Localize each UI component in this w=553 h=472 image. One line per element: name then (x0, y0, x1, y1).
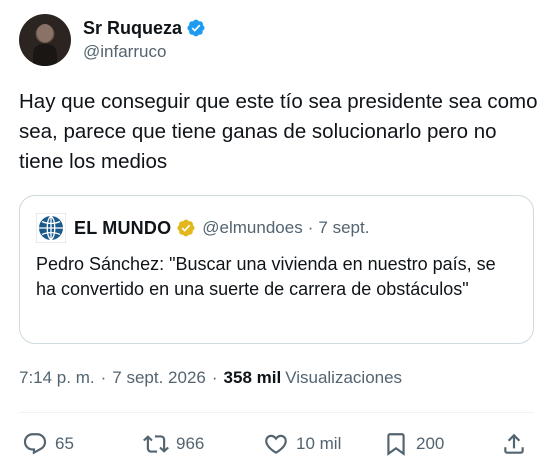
author-name-row: Sr Ruqueza (83, 17, 206, 39)
reply-icon (23, 433, 47, 455)
meta-separator: · (100, 368, 107, 387)
el-mundo-logo-icon (36, 213, 66, 243)
quoted-separator: · (307, 218, 314, 237)
reply-button[interactable]: 65 (22, 428, 74, 460)
tweet-header: Sr Ruqueza @infarruco (19, 14, 206, 66)
quoted-tweet-text: Pedro Sánchez: "Buscar una vivienda en n… (36, 254, 496, 299)
author-avatar[interactable] (19, 14, 71, 66)
bookmark-count: 200 (416, 434, 445, 453)
retweet-button[interactable]: 966 (143, 428, 204, 460)
tweet-time[interactable]: 7:14 p. m. (19, 368, 95, 388)
quoted-tweet-header: EL MUNDO @elmundoes · 7 sept. (36, 213, 369, 243)
bookmark-button[interactable]: 200 (383, 428, 444, 460)
quoted-date: 7 sept. (318, 218, 370, 237)
views-count[interactable]: 358 mil (224, 368, 282, 388)
quoted-author-handle: @elmundoes (202, 218, 303, 237)
retweet-count: 966 (176, 434, 205, 453)
author-display-name[interactable]: Sr Ruqueza (83, 17, 182, 39)
like-button[interactable]: 10 mil (263, 428, 341, 460)
like-count: 10 mil (296, 434, 342, 453)
author-names: Sr Ruqueza @infarruco (83, 17, 206, 63)
retweet-icon (143, 435, 169, 453)
heart-icon (265, 434, 287, 454)
tweet-text: Hay que conseguir que este tío sea presi… (19, 90, 538, 173)
share-icon (504, 433, 524, 454)
divider (19, 412, 534, 413)
quoted-author-name: EL MUNDO (74, 217, 172, 238)
action-bar: 65 966 10 mil 200 (0, 428, 553, 460)
tweet-date[interactable]: 7 sept. 2026 (112, 368, 206, 388)
author-handle[interactable]: @infarruco (83, 41, 206, 63)
quoted-tweet-card[interactable]: EL MUNDO @elmundoes · 7 sept. Pedro Sánc… (19, 195, 534, 344)
verified-gold-badge-icon (177, 219, 195, 237)
reply-count: 65 (55, 434, 74, 453)
meta-separator: · (211, 368, 218, 387)
tweet-meta: 7:14 p. m. · 7 sept. 2026 · 358 mil Visu… (19, 368, 402, 388)
bookmark-icon (387, 433, 405, 456)
share-button[interactable] (501, 428, 527, 460)
verified-badge-icon (187, 19, 205, 37)
views-label[interactable]: Visualizaciones (285, 368, 402, 388)
